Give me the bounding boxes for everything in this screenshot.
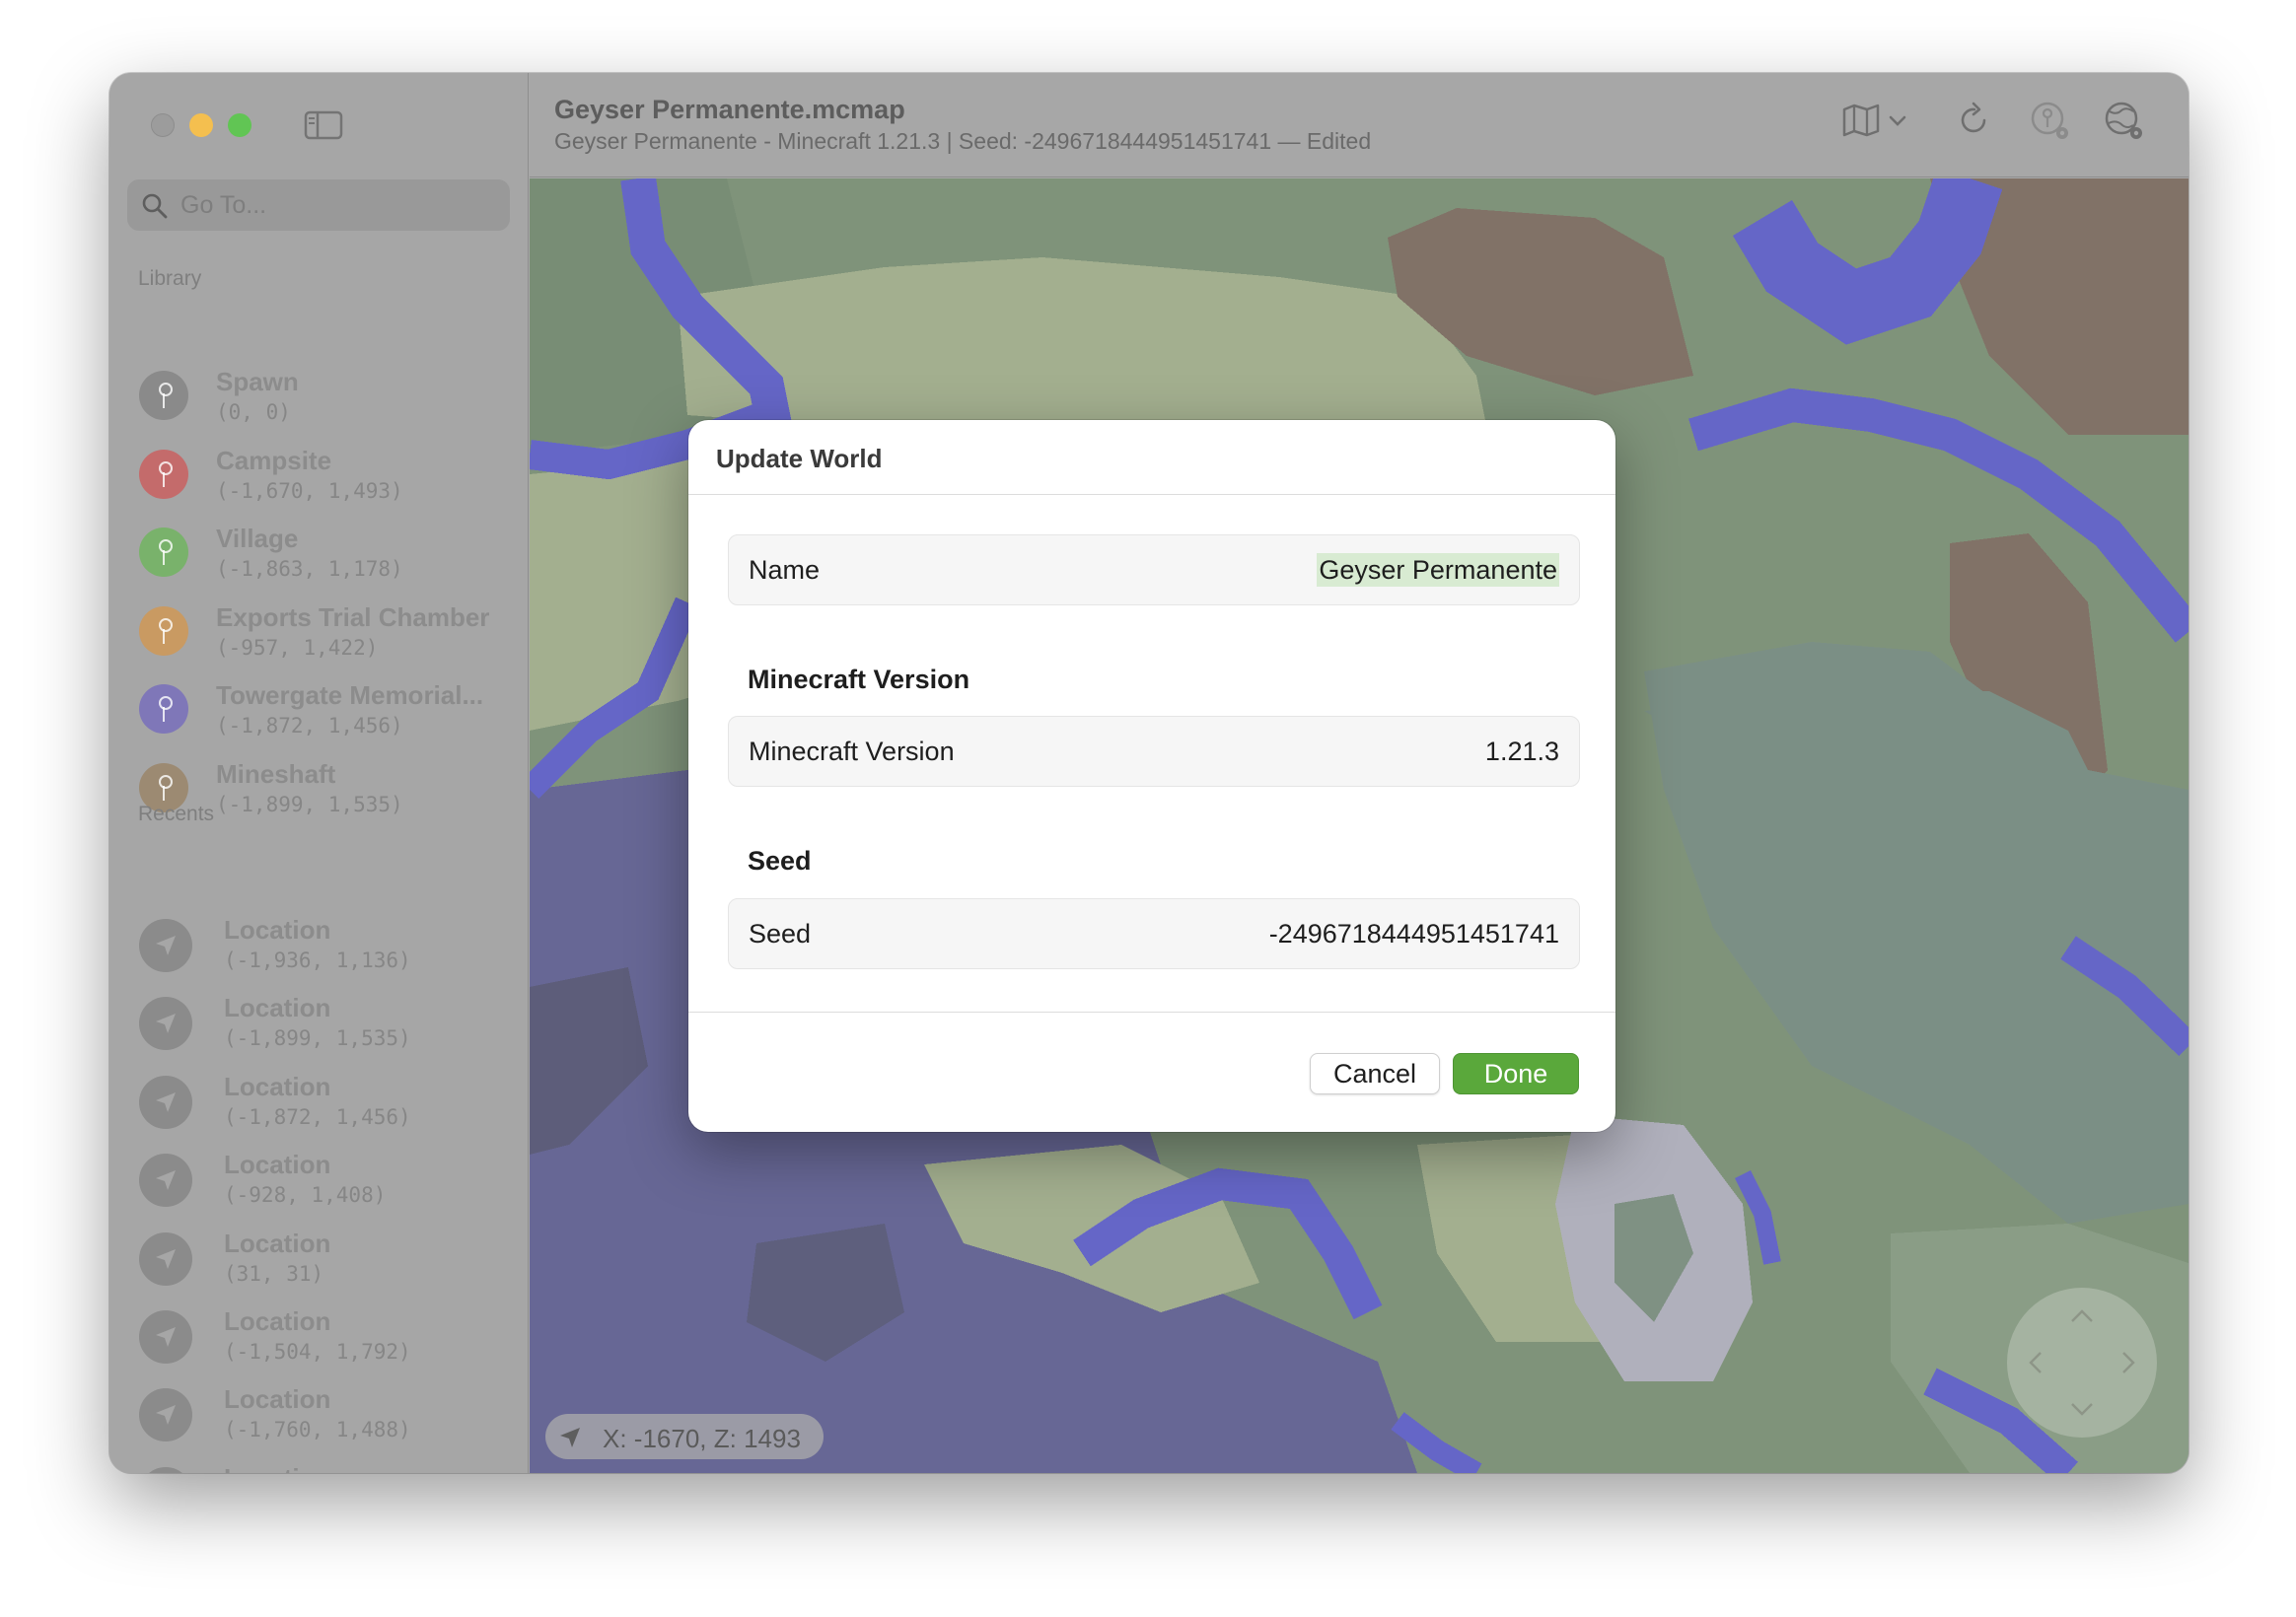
- library-item[interactable]: Spawn (0, 0): [139, 361, 514, 430]
- library-item-title: Exports Trial Chamber: [216, 601, 490, 632]
- library-item[interactable]: Campsite (-1,670, 1,493): [139, 440, 514, 509]
- location-arrow-icon: [139, 997, 192, 1051]
- window-controls: [151, 113, 251, 137]
- search-icon: [142, 193, 168, 219]
- pan-down-button[interactable]: [2067, 1394, 2097, 1424]
- refresh-icon[interactable]: [1957, 101, 1992, 143]
- sidebar-toggle-icon[interactable]: [304, 110, 343, 140]
- library-item-coords: (-957, 1,422): [216, 635, 379, 660]
- dialog-header: Update World: [688, 420, 1615, 495]
- recent-item[interactable]: Location (-928, 1,408): [139, 1144, 514, 1213]
- recent-item-coords: (-1,504, 1,792): [224, 1340, 411, 1364]
- recent-item-title: Location: [224, 993, 331, 1023]
- minecraft-version-value[interactable]: 1.21.3: [1485, 737, 1559, 767]
- location-arrow-icon: [139, 919, 192, 972]
- coordinate-readout-text: X: -1670, Z: 1493: [603, 1424, 801, 1453]
- name-row[interactable]: Name Geyser Permanente: [728, 534, 1580, 605]
- recent-item[interactable]: Location (-1,936, 1,136): [139, 909, 514, 978]
- recent-item-coords: (-1,899, 1,535): [224, 1026, 411, 1051]
- recent-item[interactable]: Location (-1,872, 1,456): [139, 1066, 514, 1135]
- library-item-title: Towergate Memorial...: [216, 680, 484, 710]
- location-arrow-icon: [139, 1388, 192, 1442]
- recent-item[interactable]: Location (-1,899, 1,535): [139, 987, 514, 1056]
- globe-settings-icon[interactable]: [2103, 100, 2146, 148]
- location-arrow-icon: [139, 1231, 192, 1286]
- pin-icon: [139, 527, 188, 577]
- library-item-title: Campsite: [216, 445, 332, 475]
- recent-item-coords: (-1,936, 1,136): [224, 949, 411, 972]
- library-section-label: Library: [138, 267, 202, 290]
- recent-item[interactable]: Location (-1,504, 1,792): [139, 1301, 514, 1370]
- recent-item-title: Location: [224, 1228, 331, 1258]
- recent-item-title: Location: [224, 1463, 520, 1473]
- search-input[interactable]: [180, 179, 496, 231]
- recent-item-coords: (-1,872, 1,456): [224, 1104, 411, 1129]
- pin-icon: [139, 371, 188, 420]
- seed-row[interactable]: Seed -2496718444951451741: [728, 898, 1580, 969]
- recent-item-title: Location: [224, 1306, 331, 1336]
- library-item-title: Spawn: [216, 367, 299, 396]
- recent-item-title: Location: [224, 915, 331, 945]
- search-field[interactable]: [127, 179, 510, 231]
- recent-item-title: Location: [224, 1384, 331, 1415]
- library-item-title: Mineshaft: [216, 758, 336, 789]
- pin-icon: [139, 605, 188, 656]
- library-item-coords: (-1,863, 1,178): [216, 557, 403, 581]
- location-arrow-icon: [139, 1466, 192, 1473]
- toolbar: Geyser Permanente.mcmap Geyser Permanent…: [530, 73, 2188, 177]
- recent-item-coords: (-1,760, 1,488): [224, 1418, 411, 1442]
- library-item[interactable]: Towergate Memorial... (-1,872, 1,456): [139, 674, 514, 743]
- library-item-coords: (-1,670, 1,493): [216, 478, 403, 503]
- close-window-button[interactable]: [151, 113, 175, 137]
- minimize-window-button[interactable]: [189, 113, 213, 137]
- minecraft-version-heading: Minecraft Version: [748, 665, 970, 694]
- chevron-down-icon[interactable]: [1889, 114, 1906, 132]
- recent-item-title: Location: [224, 1071, 331, 1101]
- zoom-window-button[interactable]: [228, 113, 251, 137]
- update-world-dialog: Update World Name Geyser Permanente Mine…: [688, 420, 1615, 1132]
- pan-left-button[interactable]: [2021, 1348, 2050, 1377]
- recent-item[interactable]: Location (31, 31): [139, 1223, 514, 1292]
- library-item-coords: (0, 0): [216, 400, 291, 424]
- cancel-button[interactable]: Cancel: [1310, 1053, 1440, 1094]
- sidebar: Library Spawn (0, 0) Campsite (-1,670, 1,49…: [109, 73, 529, 1473]
- pin-settings-icon[interactable]: [2029, 100, 2072, 148]
- library-item-coords: (-1,872, 1,456): [216, 714, 403, 738]
- map-navigation-pad: [2007, 1288, 2157, 1438]
- location-arrow-icon: [139, 1310, 192, 1364]
- location-arrow-icon: [560, 1428, 580, 1447]
- map-icon[interactable]: [1841, 103, 1881, 143]
- seed-label: Seed: [749, 919, 812, 949]
- recent-item-coords: (-928, 1,408): [224, 1183, 387, 1208]
- seed-field[interactable]: -2496718444951451741: [1269, 919, 1559, 949]
- dialog-title: Update World: [716, 444, 883, 473]
- recent-item-title: Location: [224, 1150, 331, 1180]
- location-arrow-icon: [139, 1154, 192, 1208]
- pan-right-button[interactable]: [2114, 1348, 2143, 1377]
- recent-item[interactable]: Location(-957, 1,422): [139, 1457, 514, 1473]
- minecraft-version-label: Minecraft Version: [749, 737, 955, 766]
- pin-icon: [139, 684, 188, 734]
- recent-item-coords: (31, 31): [224, 1261, 324, 1286]
- document-title: Geyser Permanente.mcmap: [554, 95, 905, 124]
- pin-icon: [139, 449, 188, 499]
- library-item[interactable]: Exports Trial Chamber (-957, 1,422): [139, 597, 514, 666]
- document-subtitle: Geyser Permanente - Minecraft 1.21.3 | S…: [554, 128, 1372, 154]
- library-item-coords: (-1,899, 1,535): [216, 792, 403, 816]
- recent-item[interactable]: Location (-1,760, 1,488): [139, 1378, 514, 1447]
- pan-up-button[interactable]: [2067, 1301, 2097, 1331]
- recents-section-label: Recents: [138, 803, 215, 825]
- minecraft-version-row[interactable]: Minecraft Version 1.21.3: [728, 716, 1580, 787]
- location-arrow-icon: [139, 1075, 192, 1129]
- seed-heading: Seed: [748, 846, 812, 876]
- library-item[interactable]: Village (-1,863, 1,178): [139, 518, 514, 587]
- name-field[interactable]: Geyser Permanente: [1317, 553, 1559, 587]
- done-button[interactable]: Done: [1453, 1053, 1579, 1094]
- library-item-title: Village: [216, 524, 299, 553]
- coordinate-readout: X: -1670, Z: 1493: [545, 1414, 824, 1459]
- dialog-footer-divider: [688, 1012, 1615, 1013]
- name-label: Name: [749, 555, 821, 585]
